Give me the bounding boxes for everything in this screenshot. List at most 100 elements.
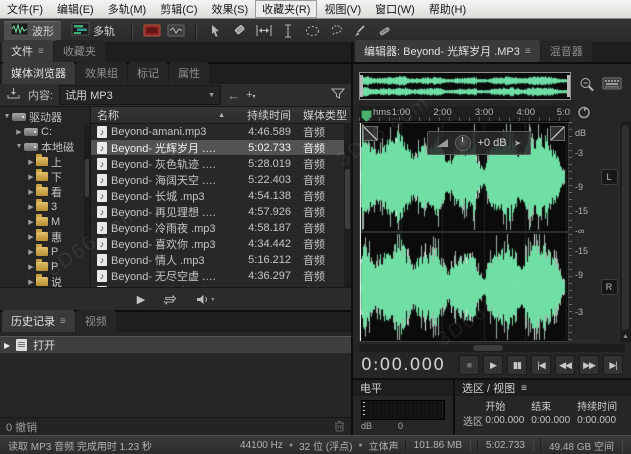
menu-item[interactable]: 效果(S) (205, 0, 256, 18)
fade-in-handle[interactable] (363, 126, 378, 141)
fast-forward-button[interactable]: ▶▶ (579, 355, 599, 375)
spectral-display-icon[interactable] (142, 22, 162, 39)
file-row[interactable]: Beyond- 喜欢你 .mp3 4:34.442 音频 (91, 236, 351, 252)
tree-item[interactable]: ▶ 说 (0, 274, 90, 287)
file-row[interactable]: Beyond- 情人 .mp3 5:16.212 音频 (91, 252, 351, 268)
tab-files[interactable]: 文件 ≡ (2, 40, 53, 62)
timeline-ruler[interactable]: hms 1:00 2:00 3:00 4:00 5:0 (359, 106, 570, 122)
tab-mixer[interactable]: 混音器 (540, 40, 592, 62)
preview-play-button[interactable]: ▶ (137, 293, 145, 306)
file-row[interactable]: Beyond- 无悔这一生 .mp3 3:58.811 音频 (91, 284, 351, 287)
tree-disclosure-icon[interactable]: ▶ (14, 128, 24, 136)
menu-item[interactable]: 编辑(E) (50, 0, 101, 18)
preview-autoplay-speaker-icon[interactable]: ▾ (196, 294, 214, 305)
volume-hud[interactable]: +0 dB ➤ (426, 131, 532, 155)
multitrack-mode-button[interactable]: 多轨 (65, 21, 122, 41)
keyboard-shortcuts-icon[interactable] (602, 77, 622, 95)
file-row[interactable]: Beyond- 冷雨夜 .mp3 4:58.187 音频 (91, 220, 351, 236)
tree-item[interactable]: ▶ 惠 (0, 229, 90, 244)
tree-disclosure-icon[interactable]: ▼ (14, 143, 24, 150)
menu-item[interactable]: 剪辑(C) (153, 0, 204, 18)
selection-duration-value[interactable]: 0:00.000 (577, 415, 623, 426)
menu-item[interactable]: 文件(F) (0, 0, 50, 18)
selection-start-value[interactable]: 0:00.000 (485, 415, 531, 426)
tree-item[interactable]: ▶ 3 (0, 199, 90, 214)
scroll-up-icon[interactable]: ▲ (622, 333, 629, 340)
column-header-name[interactable]: 名称 ▲ (91, 107, 225, 123)
tree-disclosure-icon[interactable]: ▶ (26, 263, 36, 271)
content-dropdown[interactable]: 试用 MP3 ▼ (59, 85, 222, 105)
selection-view-title[interactable]: 选区 / 视图 ≡ (455, 380, 631, 396)
hud-pin-icon[interactable]: ➤ (514, 138, 522, 149)
media-browser-tab[interactable]: 媒体浏览器 (2, 62, 75, 84)
waveform-mode-button[interactable]: 波形 (4, 20, 61, 41)
tree-disclosure-icon[interactable]: ▶ (26, 203, 36, 211)
overview-waveform[interactable] (359, 72, 571, 100)
tree-disclosure-icon[interactable]: ▶ (26, 158, 36, 166)
file-row[interactable]: Beyond- 再见理想 .mp3 4:57.926 音频 (91, 204, 351, 220)
column-header-type[interactable]: 媒体类型 (299, 107, 351, 123)
hscroll-thumb[interactable] (473, 345, 503, 351)
time-selection-tool-icon[interactable] (254, 22, 274, 39)
menu-item[interactable]: 视图(V) (317, 0, 368, 18)
fade-out-handle[interactable] (550, 126, 565, 141)
channel-left-button[interactable]: L (600, 169, 618, 185)
media-browser-tab[interactable]: 效果组 (76, 62, 127, 84)
file-table-scrollbar[interactable] (344, 123, 351, 287)
tree-item[interactable]: ▶ P (0, 244, 90, 259)
tree-item[interactable]: ▶ M (0, 214, 90, 229)
tree-item[interactable]: ▼ 驱动器 (0, 109, 90, 124)
media-browser-tab[interactable]: 标记 (128, 62, 168, 84)
selection-end-value[interactable]: 0:00.000 (531, 415, 577, 426)
ibeam-tool-icon[interactable] (278, 22, 298, 39)
horizontal-scrollbar[interactable] (359, 344, 625, 352)
trash-icon[interactable] (334, 420, 345, 435)
heal-tool-icon[interactable] (374, 22, 394, 39)
gain-knob[interactable] (454, 135, 471, 151)
file-row[interactable]: Beyond- 海阔天空 .mp3 5:22.403 音频 (91, 172, 351, 188)
file-row[interactable]: Beyond- 灰色轨迹 .mp3 5:28.019 音频 (91, 156, 351, 172)
stop-button[interactable]: ■ (459, 355, 479, 375)
panel-menu-icon[interactable]: ≡ (521, 383, 527, 394)
tree-disclosure-icon[interactable]: ▶ (26, 218, 36, 226)
panel-menu-icon[interactable]: ≡ (60, 316, 66, 327)
filter-icon[interactable] (330, 88, 346, 102)
tree-disclosure-icon[interactable]: ▼ (2, 113, 12, 120)
tab-video[interactable]: 视频 (75, 310, 116, 332)
play-button[interactable]: ▶ (483, 355, 503, 375)
pause-button[interactable]: ▮▮ (507, 355, 527, 375)
panel-menu-icon[interactable]: ≡ (525, 46, 531, 57)
preview-loop-button[interactable] (163, 294, 178, 305)
skip-to-end-button[interactable]: ▶| (603, 355, 623, 375)
tree-disclosure-icon[interactable]: ▶ (26, 188, 36, 196)
tree-item[interactable]: ▶ C: (0, 124, 90, 139)
channel-right-button[interactable]: R (600, 279, 618, 295)
file-row[interactable]: Beyond- 无尽空虚 .mp3 4:36.297 音频 (91, 268, 351, 284)
lasso-tool-icon[interactable] (326, 22, 346, 39)
menu-item[interactable]: 收藏夹(R) (255, 0, 318, 18)
tree-item[interactable]: ▶ P (0, 259, 90, 274)
tab-history[interactable]: 历史记录 ≡ (2, 310, 75, 332)
move-tool-icon[interactable] (206, 22, 226, 39)
panel-menu-icon[interactable]: ≡ (38, 46, 44, 57)
playback-scroll-icon[interactable] (577, 106, 591, 122)
file-row[interactable]: Beyond-amani.mp3 4:46.589 音频 (91, 124, 351, 140)
history-entry-open[interactable]: ▶ 打开 (0, 336, 351, 354)
levels-panel-title[interactable]: 电平 (353, 380, 453, 396)
time-display[interactable]: 0:00.000 (361, 355, 451, 375)
file-row[interactable]: Beyond- 光辉岁月 .MP3 5:02.733 音频 (91, 140, 351, 156)
tree-disclosure-icon[interactable]: ▶ (26, 248, 36, 256)
add-shortcut-icon[interactable]: +▾ (246, 89, 255, 101)
tree-item[interactable]: ▶ 看 (0, 184, 90, 199)
vertical-scrollbar[interactable]: ▲ (619, 122, 631, 342)
tree-disclosure-icon[interactable]: ▶ (26, 233, 36, 241)
tree-disclosure-icon[interactable]: ▶ (26, 278, 36, 286)
media-browser-tab[interactable]: 属性 (169, 62, 209, 84)
slip-tool-icon[interactable] (230, 22, 250, 39)
back-icon[interactable]: ← (227, 88, 240, 103)
menu-item[interactable]: 帮助(H) (422, 0, 473, 18)
tree-item[interactable]: ▼ 本地磁 (0, 139, 90, 154)
import-icon[interactable] (6, 87, 22, 103)
file-row[interactable]: Beyond- 长城 .mp3 4:54.138 音频 (91, 188, 351, 204)
tree-item[interactable]: ▶ 下 (0, 169, 90, 184)
